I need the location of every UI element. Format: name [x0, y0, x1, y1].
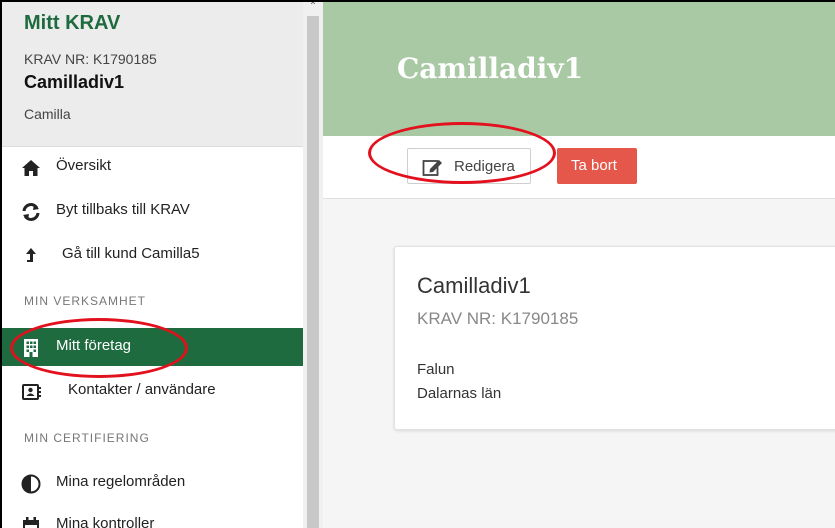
- sidebar-item-label: Kontakter / användare: [68, 381, 216, 398]
- sidebar: Mitt KRAV KRAV NR: K1790185 Camilladiv1 …: [2, 2, 303, 528]
- half-circle-icon: [21, 474, 41, 494]
- delete-button[interactable]: Ta bort: [557, 148, 637, 184]
- company-krav-number: KRAV NR: K1790185: [417, 309, 579, 328]
- delete-button-label: Ta bort: [571, 157, 617, 174]
- app-title: Mitt KRAV: [24, 12, 121, 34]
- arrow-up-icon: [26, 248, 36, 262]
- edit-button-label: Redigera: [454, 158, 515, 175]
- sidebar-scrollbar[interactable]: ⌃: [303, 2, 323, 528]
- section-heading-business: MIN VERKSAMHET: [24, 294, 147, 308]
- sidebar-item-label: Mina regelområden: [56, 473, 186, 490]
- sidebar-item-label: Byt tillbaks till KRAV: [56, 201, 190, 218]
- section-heading-certification: MIN CERTIFIERING: [24, 431, 150, 445]
- sidebar-item-goto-customer[interactable]: Gå till kund Camilla5: [2, 236, 303, 274]
- calendar-icon: [23, 517, 39, 528]
- sidebar-item-controls[interactable]: Mina kontroller: [2, 506, 303, 528]
- contact-card-icon: [22, 384, 41, 400]
- scrollbar-thumb[interactable]: [307, 16, 319, 528]
- user-name: Camilla: [24, 106, 71, 122]
- app-window: Mitt KRAV KRAV NR: K1790185 Camilladiv1 …: [2, 2, 835, 528]
- sidebar-item-rule-areas[interactable]: Mina regelområden: [2, 464, 303, 502]
- sidebar-item-label: Mitt företag: [56, 337, 132, 354]
- sidebar-item-label: Mina kontroller: [56, 515, 155, 528]
- sidebar-header: Mitt KRAV KRAV NR: K1790185 Camilladiv1 …: [2, 2, 303, 147]
- sidebar-item-mitt-foretag[interactable]: Mitt företag: [2, 328, 303, 366]
- sidebar-item-contacts[interactable]: Kontakter / användare: [2, 372, 303, 410]
- sidebar-item-switch-back[interactable]: Byt tillbaks till KRAV: [2, 192, 303, 230]
- edit-icon: [422, 160, 442, 176]
- company-region: Dalarnas län: [417, 385, 502, 402]
- scroll-up-icon[interactable]: ⌃: [308, 2, 318, 12]
- company-city: Falun: [417, 361, 455, 378]
- refresh-icon: [22, 203, 40, 221]
- toolbar: Redigera Ta bort: [323, 136, 835, 199]
- edit-button[interactable]: Redigera: [407, 148, 531, 184]
- main-content: Camilladiv1 Redigera Ta bort Camilladiv1…: [323, 2, 835, 528]
- building-icon: [24, 339, 38, 357]
- krav-number: KRAV NR: K1790185: [24, 51, 157, 67]
- page-header: Camilladiv1: [323, 2, 835, 136]
- page-title: Camilladiv1: [397, 52, 584, 85]
- organization-name: Camilladiv1: [24, 72, 125, 92]
- sidebar-item-oversikt[interactable]: Översikt: [2, 148, 303, 186]
- sidebar-item-label: Översikt: [56, 157, 112, 174]
- home-icon: [22, 160, 40, 176]
- company-name: Camilladiv1: [417, 273, 531, 298]
- company-card: Camilladiv1 KRAV NR: K1790185 Falun Dala…: [394, 246, 835, 430]
- sidebar-item-label: Gå till kund Camilla5: [62, 245, 200, 262]
